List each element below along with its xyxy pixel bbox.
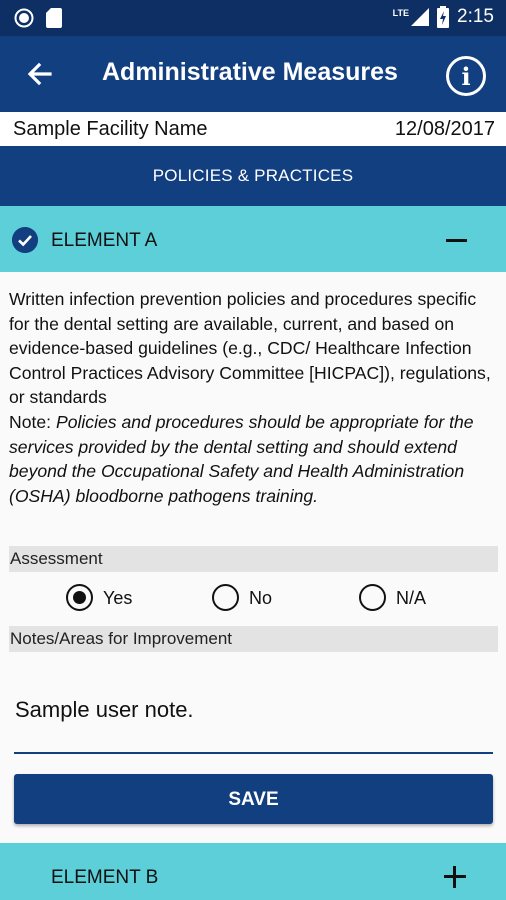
- info-glyph: i: [461, 62, 471, 91]
- assessment-options: Yes No N/A: [0, 582, 506, 616]
- page-title: Administrative Measures: [102, 58, 398, 86]
- facility-row: Sample Facility Name 12/08/2017: [0, 112, 506, 146]
- app-bar: Administrative Measures i: [0, 36, 506, 112]
- element-a-header[interactable]: ELEMENT A: [0, 206, 506, 272]
- record-icon: [14, 8, 34, 28]
- signal-icon: [411, 8, 430, 26]
- radio-yes-label[interactable]: Yes: [103, 588, 132, 609]
- save-button[interactable]: SAVE: [14, 774, 493, 824]
- radio-na-label[interactable]: N/A: [396, 588, 426, 609]
- network-type: LTE: [392, 8, 410, 18]
- radio-no-label[interactable]: No: [249, 588, 272, 609]
- info-icon[interactable]: i: [446, 56, 486, 96]
- notes-label: Notes/Areas for Improvement: [9, 626, 498, 652]
- element-b-header[interactable]: ELEMENT B: [0, 843, 506, 900]
- assessment-label: Assessment: [9, 546, 498, 572]
- note-text: Policies and procedures should be approp…: [9, 411, 474, 506]
- sd-card-icon: [46, 8, 62, 28]
- facility-name: Sample Facility Name: [13, 118, 208, 140]
- facility-date: 12/08/2017: [394, 118, 495, 140]
- element-a-description: Written infection prevention policies an…: [9, 287, 499, 508]
- status-bar: LTE 2:15: [0, 0, 506, 36]
- expand-icon[interactable]: [444, 866, 466, 888]
- check-circle-icon: [12, 227, 38, 253]
- collapse-icon[interactable]: [446, 239, 467, 242]
- radio-na[interactable]: [359, 584, 386, 611]
- section-header: POLICIES & PRACTICES: [0, 146, 506, 206]
- notes-input[interactable]: Sample user note.: [14, 680, 493, 754]
- radio-yes[interactable]: [66, 584, 93, 611]
- battery-charging-icon: [437, 6, 450, 28]
- arrow-back-icon[interactable]: [22, 56, 58, 92]
- element-b-label: ELEMENT B: [51, 867, 159, 888]
- note-label: Note:: [9, 411, 56, 432]
- radio-no[interactable]: [212, 584, 239, 611]
- description-text: Written infection prevention policies an…: [9, 289, 491, 408]
- element-a-label: ELEMENT A: [51, 230, 158, 251]
- clock: 2:15: [457, 6, 494, 27]
